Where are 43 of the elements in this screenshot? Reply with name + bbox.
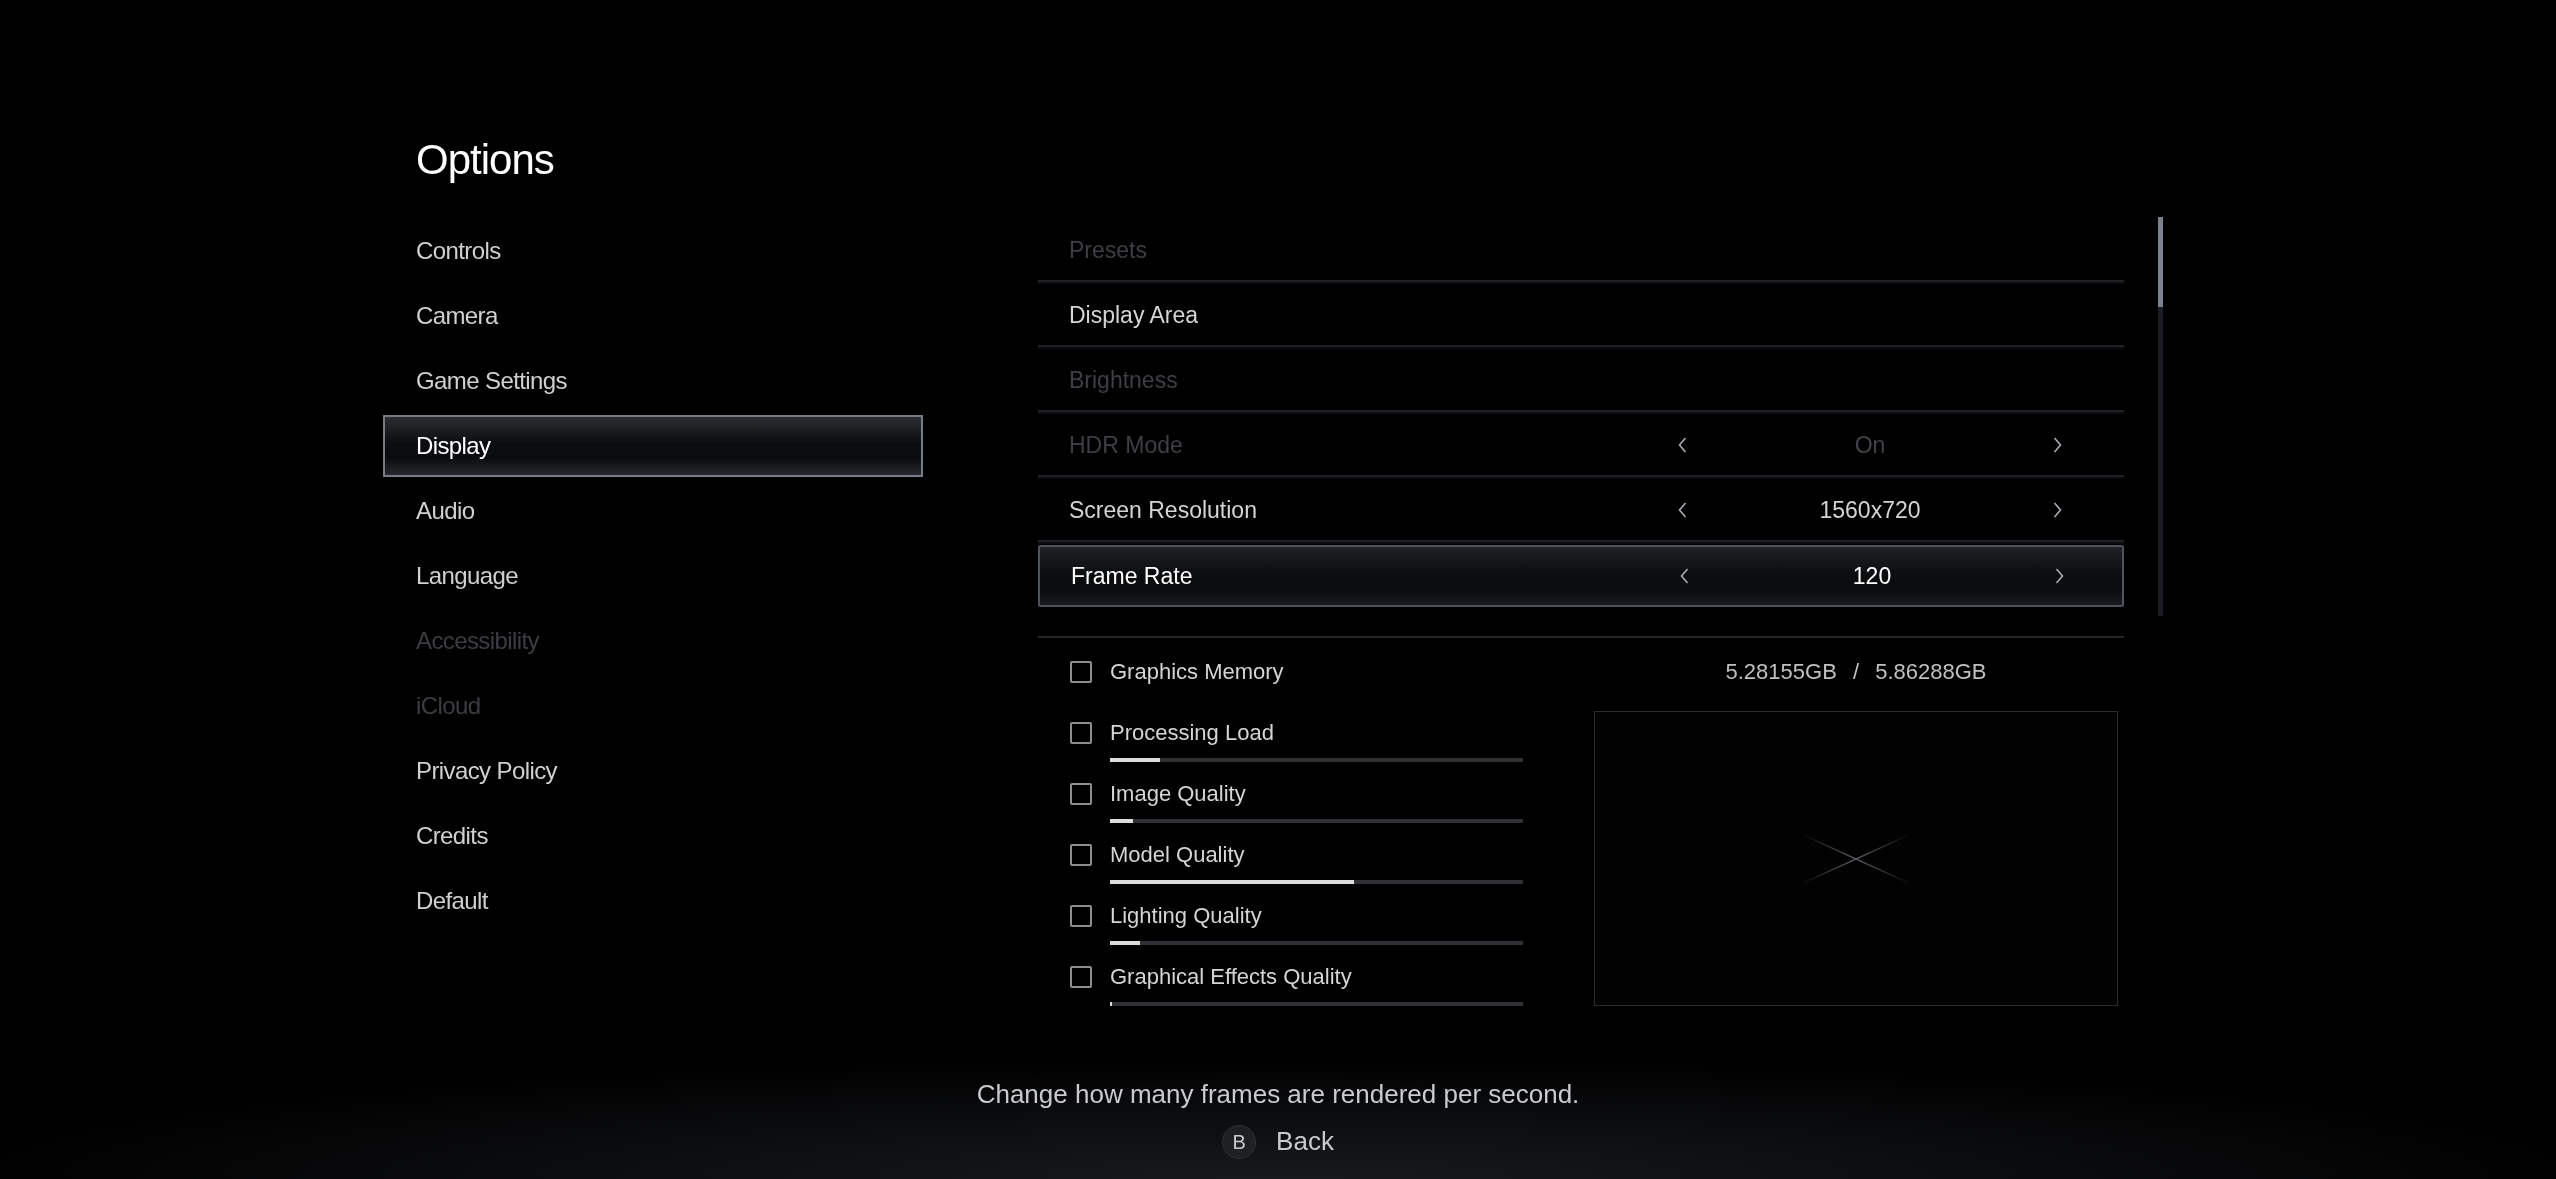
checkbox[interactable] [1070, 905, 1092, 927]
chevron-right-icon[interactable] [2055, 568, 2064, 584]
setting-value: On [1853, 430, 1887, 460]
setting-label: Frame Rate [1071, 561, 1194, 591]
setting-label: Presets [1069, 235, 1148, 265]
menu-item[interactable]: Privacy Policy [383, 740, 923, 802]
checkbox[interactable] [1070, 661, 1092, 683]
chevron-left-icon[interactable] [1678, 502, 1687, 518]
memory-reading: 5.28155GB / 5.86288GB [1725, 658, 1987, 686]
setting-label: Display Area [1069, 300, 1200, 330]
checkbox[interactable] [1070, 966, 1092, 988]
chevron-right-icon[interactable] [2053, 502, 2062, 518]
menu-item[interactable]: Controls [383, 220, 923, 282]
setting-label: Brightness [1069, 365, 1179, 395]
setting-value: 120 [1851, 561, 1893, 591]
back-button[interactable]: B Back [1222, 1122, 1334, 1161]
chevron-left-icon[interactable] [1680, 568, 1689, 584]
setting-row[interactable]: Display Area [1038, 285, 2124, 347]
checkbox[interactable] [1070, 844, 1092, 866]
monitor-label: Image Quality [1110, 780, 1247, 808]
menu-item[interactable]: Language [383, 545, 923, 607]
setting-label: Screen Resolution [1069, 495, 1258, 525]
checkbox[interactable] [1070, 722, 1092, 744]
setting-row[interactable]: Frame Rate 120 [1038, 545, 2124, 607]
monitor-label: Graphics Memory [1110, 658, 1284, 686]
checkbox[interactable] [1070, 783, 1092, 805]
menu-item[interactable]: Audio [383, 480, 923, 542]
menu-item[interactable]: Credits [383, 805, 923, 867]
setting-label: HDR Mode [1069, 430, 1184, 460]
menu-item[interactable]: Display [383, 415, 923, 477]
controller-key: B [1222, 1124, 1257, 1159]
monitor-label: Lighting Quality [1110, 902, 1263, 930]
hint-text: Change how many frames are rendered per second. [976, 1078, 1580, 1111]
menu-item[interactable]: Camera [383, 285, 923, 347]
setting-value: 1560x720 [1818, 495, 1922, 525]
scrollbar-thumb[interactable] [2158, 217, 2163, 307]
page-title: Options [415, 135, 555, 185]
setting-row[interactable]: Screen Resolution 1560x720 [1038, 480, 2124, 542]
monitor-label: Model Quality [1110, 841, 1246, 869]
monitor-label: Graphical Effects Quality [1110, 963, 1353, 991]
menu-item[interactable]: Default [383, 870, 923, 932]
menu-item[interactable]: Game Settings [383, 350, 923, 412]
monitor-label: Processing Load [1110, 719, 1275, 747]
